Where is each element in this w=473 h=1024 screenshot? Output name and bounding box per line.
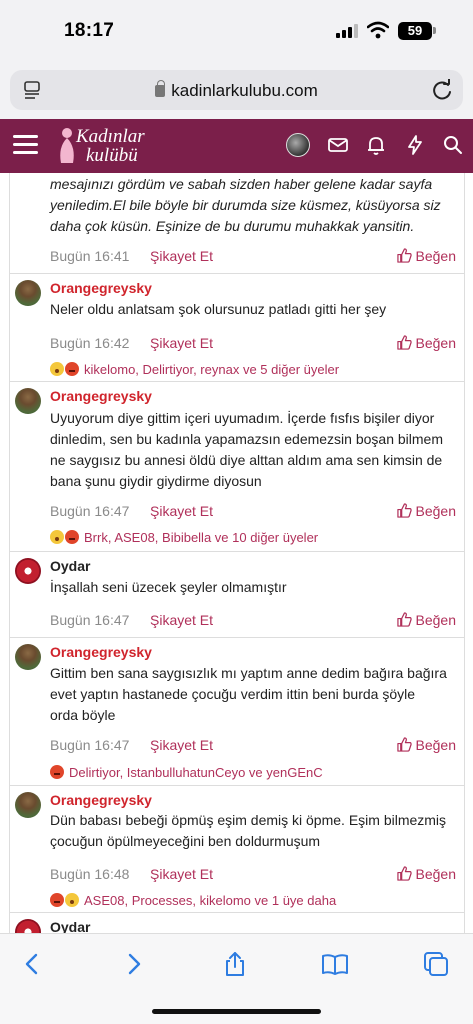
post-body: mesajınızı gördüm ve sabah sizden haber … <box>50 176 441 234</box>
site-logo[interactable]: Kadınlar kulübü <box>54 125 164 167</box>
post-time[interactable]: Bugün 16:47 <box>50 737 129 753</box>
angry-emoji-icon <box>65 530 79 544</box>
url-display[interactable]: kadinlarkulubu.com <box>10 80 463 101</box>
mail-icon[interactable] <box>326 133 350 157</box>
logo-text: Kadınlar kulübü <box>76 126 145 166</box>
report-button[interactable]: Şikayet Et <box>150 503 213 519</box>
site-header: Kadınlar kulübü <box>0 119 473 173</box>
home-indicator <box>152 1009 321 1014</box>
post-time[interactable]: Bugün 16:47 <box>50 503 129 519</box>
bookmarks-icon[interactable] <box>321 950 349 978</box>
like-button[interactable]: Beğen <box>396 335 456 351</box>
reactions-summary[interactable]: kikelomo, Delirtiyor, reynax ve 5 diğer … <box>50 362 339 377</box>
wifi-icon <box>367 21 389 39</box>
reactions-summary[interactable]: Delirtiyor, IstanbulluhatunCeyo ve yenGE… <box>50 765 323 780</box>
like-button[interactable]: Beğen <box>396 248 456 264</box>
post-author[interactable]: Orangegreysky <box>50 792 152 808</box>
forward-icon[interactable] <box>120 950 148 978</box>
avatar[interactable] <box>15 792 41 818</box>
back-icon[interactable] <box>18 950 46 978</box>
report-button[interactable]: Şikayet Et <box>150 866 213 882</box>
menu-icon[interactable] <box>13 135 38 155</box>
post-author[interactable]: Orangegreysky <box>50 644 152 660</box>
thumbs-up-icon <box>396 248 412 263</box>
report-button[interactable]: Şikayet Et <box>150 335 213 351</box>
avatar[interactable] <box>15 388 41 414</box>
like-button[interactable]: Beğen <box>396 737 456 753</box>
angry-emoji-icon <box>50 765 64 779</box>
wow-emoji-icon <box>50 530 64 544</box>
report-button[interactable]: Şikayet Et <box>150 248 213 264</box>
post: Oydar İnşallah seni üzecek şeyler olmamı… <box>9 552 465 638</box>
post-time[interactable]: Bugün 16:48 <box>50 866 129 882</box>
logo-figure-icon <box>60 128 74 163</box>
post: Orangegreysky Uyuyorum diye gittim içeri… <box>9 382 465 552</box>
thread-content: mesajınızı gördüm ve sabah sizden haber … <box>0 173 473 933</box>
post-body: Gittim ben sana saygısızlık mı yaptım an… <box>50 665 447 723</box>
post-author[interactable]: Orangegreysky <box>50 280 152 296</box>
angry-emoji-icon <box>65 362 79 376</box>
search-icon[interactable] <box>441 133 465 157</box>
post-body: Uyuyorum diye gittim içeri uyumadım. İçe… <box>50 410 443 489</box>
avatar[interactable] <box>15 919 41 933</box>
battery-tip <box>433 27 436 34</box>
like-button[interactable]: Beğen <box>396 503 456 519</box>
lightning-icon[interactable] <box>403 133 427 157</box>
post-time[interactable]: Bugün 16:42 <box>50 335 129 351</box>
url-text: kadinlarkulubu.com <box>171 81 318 100</box>
like-button[interactable]: Beğen <box>396 866 456 882</box>
thumbs-up-icon <box>396 612 412 627</box>
avatar[interactable] <box>15 558 41 584</box>
share-icon[interactable] <box>221 950 249 978</box>
reload-icon[interactable] <box>431 79 453 101</box>
user-avatar[interactable] <box>286 133 310 157</box>
thumbs-up-icon <box>396 503 412 518</box>
thumbs-up-icon <box>396 737 412 752</box>
post-body: Neler oldu anlatsam şok olursunuz patlad… <box>50 301 387 317</box>
angry-emoji-icon <box>50 893 64 907</box>
post: Orangegreysky Dün babası bebeği öpmüş eş… <box>9 786 465 913</box>
wow-emoji-icon <box>50 362 64 376</box>
thumbs-up-icon <box>396 335 412 350</box>
reactions-summary[interactable]: ASE08, Processes, kikelomo ve 1 üye daha <box>50 893 336 908</box>
url-bar[interactable]: kadinlarkulubu.com <box>10 70 463 110</box>
avatar[interactable] <box>15 280 41 306</box>
bell-icon[interactable] <box>364 133 388 157</box>
post-author[interactable]: Oydar <box>50 558 90 574</box>
report-button[interactable]: Şikayet Et <box>150 612 213 628</box>
post-time[interactable]: Bugün 16:47 <box>50 612 129 628</box>
post: Orangegreysky Gittim ben sana saygısızlı… <box>9 638 465 786</box>
status-time: 18:17 <box>64 20 115 41</box>
report-button[interactable]: Şikayet Et <box>150 737 213 753</box>
post-author[interactable]: Oydar <box>50 919 90 933</box>
post-body: İnşallah seni üzecek şeyler olmamıştır <box>50 579 287 595</box>
post-time[interactable]: Bugün 16:41 <box>50 248 129 264</box>
avatar[interactable] <box>15 644 41 670</box>
post-author[interactable]: Orangegreysky <box>50 388 152 404</box>
like-button[interactable]: Beğen <box>396 612 456 628</box>
status-bar: 18:17 59 <box>0 0 473 64</box>
lock-icon <box>155 80 166 97</box>
browser-address-area: kadinlarkulubu.com <box>0 64 473 119</box>
thumbs-up-icon <box>396 866 412 881</box>
post: Orangegreysky Neler oldu anlatsam şok ol… <box>9 274 465 382</box>
battery-icon: 59 <box>398 22 432 40</box>
tabs-icon[interactable] <box>422 950 450 978</box>
reactions-summary[interactable]: Brrk, ASE08, Bibibella ve 10 diğer üyele… <box>50 530 318 545</box>
post-body: Dün babası bebeği öpmüş eşim demiş ki öp… <box>50 812 447 849</box>
wow-emoji-icon <box>65 893 79 907</box>
cellular-signal-icon <box>336 24 358 38</box>
post: mesajınızı gördüm ve sabah sizden haber … <box>9 173 465 274</box>
post: Oydar <box>9 913 465 933</box>
